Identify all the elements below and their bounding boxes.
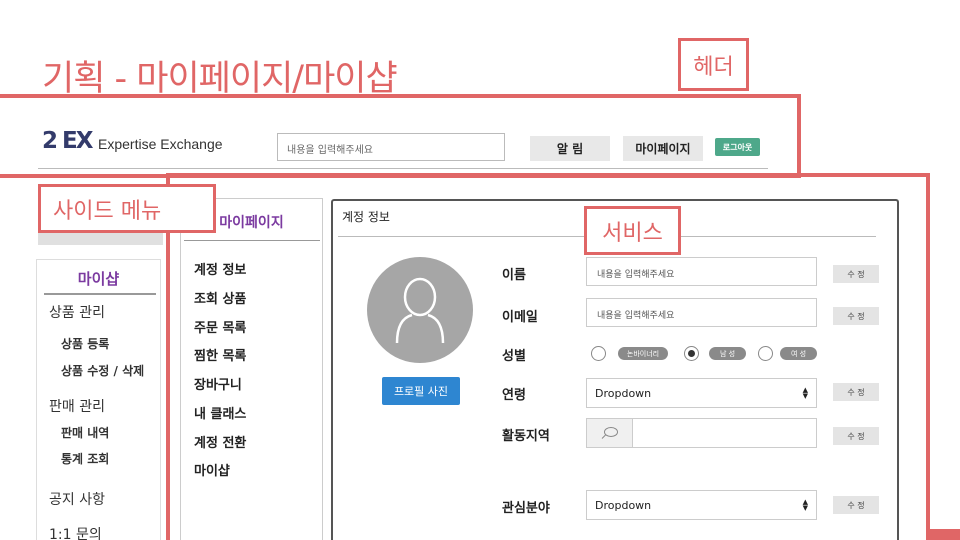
sidebar-item-product-register[interactable]: 상품 등록: [61, 335, 109, 352]
search-input[interactable]: 내용을 입력해주세요: [277, 133, 505, 161]
logout-button[interactable]: 로그아웃: [715, 138, 760, 156]
callout-service: 서비스: [584, 206, 681, 255]
callout-side-menu: 사이드 메뉴: [38, 184, 216, 233]
sidebar-item-sales-history[interactable]: 판매 내역: [61, 424, 109, 441]
region-search-field[interactable]: [586, 418, 817, 448]
mypage-item-viewed[interactable]: 조회 상품: [194, 288, 246, 307]
age-dropdown-value: Dropdown: [595, 386, 652, 400]
callout-header: 헤더: [678, 38, 749, 91]
sidebar-item-product-edit[interactable]: 상품 수정 / 삭제: [61, 362, 144, 379]
age-dropdown[interactable]: Dropdown ▲ ▼: [586, 378, 817, 408]
header-divider: [38, 168, 768, 169]
dropdown-arrows-icon: ▲ ▼: [802, 498, 808, 512]
sidebar-item-statistics[interactable]: 통계 조회: [61, 450, 109, 467]
interest-dropdown-value: Dropdown: [595, 498, 652, 512]
sidebar-section-inquiry[interactable]: 1:1 문의: [49, 524, 102, 540]
gender-option-male[interactable]: 남 성: [709, 347, 746, 360]
corner-decoration: [930, 529, 960, 540]
mypage-item-wishlist[interactable]: 찜한 목록: [194, 345, 246, 364]
mypage-item-orders[interactable]: 주문 목록: [194, 317, 246, 336]
gender-option-nonbinary[interactable]: 논바이너리: [618, 347, 668, 360]
mypage-menu: [180, 198, 323, 540]
region-edit-button[interactable]: 수 정: [833, 427, 879, 445]
name-edit-button[interactable]: 수 정: [833, 265, 879, 283]
mypage-item-cart[interactable]: 장바구니: [194, 374, 242, 393]
mypage-item-account[interactable]: 계정 정보: [194, 259, 246, 278]
name-label: 이름: [502, 268, 526, 283]
mypage-menu-divider: [184, 240, 320, 241]
gender-radio-male[interactable]: [684, 346, 699, 361]
name-field[interactable]: 내용을 입력해주세요: [586, 257, 817, 286]
interest-label: 관심분야: [502, 501, 550, 516]
sidebar-section-sales[interactable]: 판매 관리: [49, 396, 105, 416]
mypage-button[interactable]: 마이페이지: [623, 136, 703, 161]
account-title: 계정 정보: [342, 210, 390, 224]
mypage-item-myshop[interactable]: 마이샵: [194, 460, 230, 479]
logo[interactable]: 2 EX: [42, 128, 93, 154]
mypage-item-class[interactable]: 내 클래스: [194, 403, 246, 422]
brand-name: Expertise Exchange: [98, 136, 223, 152]
interest-dropdown[interactable]: Dropdown ▲ ▼: [586, 490, 817, 520]
email-edit-button[interactable]: 수 정: [833, 307, 879, 325]
user-silhouette-icon: [367, 257, 473, 363]
alarm-button[interactable]: 알 림: [530, 136, 610, 161]
region-label: 활동지역: [502, 429, 550, 444]
sidebar-section-product[interactable]: 상품 관리: [49, 302, 105, 322]
age-edit-button[interactable]: 수 정: [833, 383, 879, 401]
sidebar-section-notice[interactable]: 공지 사항: [49, 489, 105, 509]
search-icon[interactable]: [587, 419, 633, 447]
age-label: 연령: [502, 388, 526, 403]
gender-label: 성별: [502, 349, 526, 364]
email-label: 이메일: [502, 310, 538, 325]
gender-radio-female[interactable]: [758, 346, 773, 361]
interest-edit-button[interactable]: 수 정: [833, 496, 879, 514]
gender-option-female[interactable]: 여 성: [780, 347, 817, 360]
mypage-item-switch[interactable]: 계정 전환: [194, 432, 246, 451]
sidebar-title[interactable]: 마이샵: [36, 268, 161, 289]
sidebar-divider: [44, 293, 156, 295]
dropdown-arrows-icon: ▲ ▼: [802, 386, 808, 400]
gender-radio-nonbinary[interactable]: [591, 346, 606, 361]
profile-photo-button[interactable]: 프로필 사진: [382, 377, 460, 405]
email-field[interactable]: 내용을 입력해주세요: [586, 298, 817, 327]
